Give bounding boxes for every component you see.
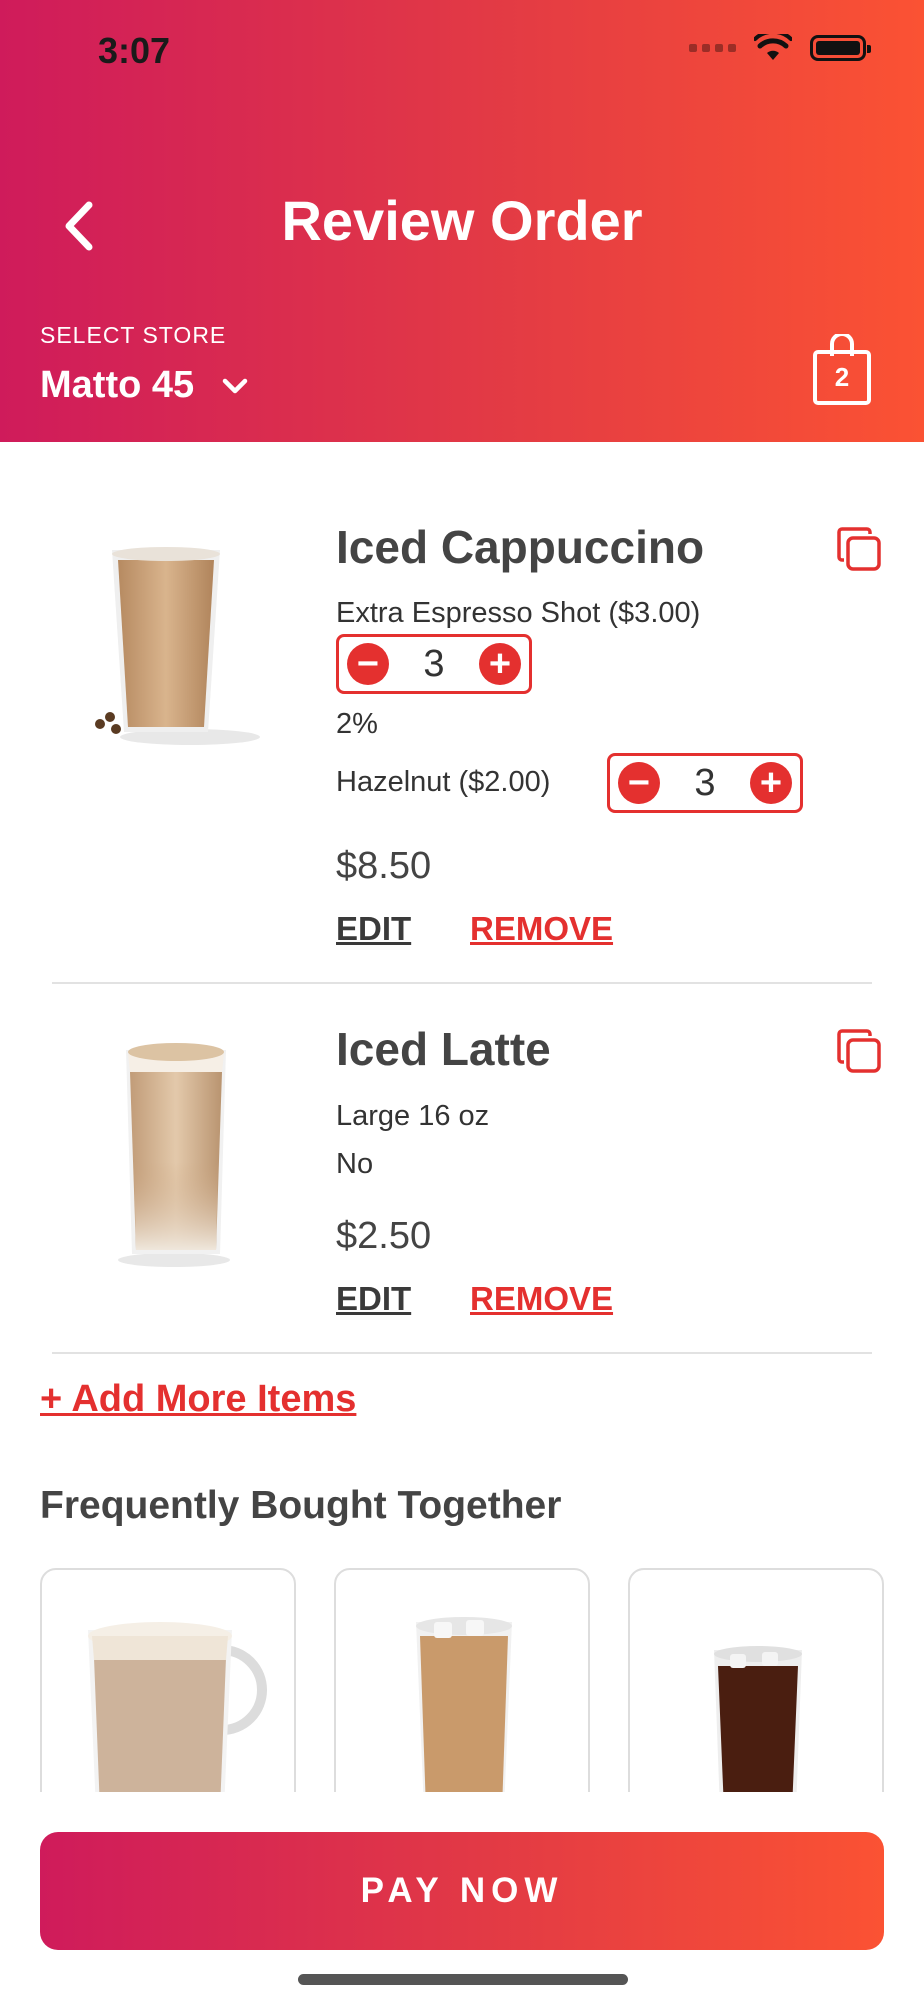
- increment-button[interactable]: +: [478, 643, 521, 685]
- battery-icon: [810, 35, 871, 61]
- cold-brew-image: [714, 1646, 802, 1806]
- cart-button[interactable]: 2: [812, 332, 872, 406]
- remove-item-link[interactable]: REMOVE: [470, 910, 613, 948]
- quantity-stepper: − 3 +: [607, 753, 803, 813]
- quantity-value: 3: [423, 642, 445, 685]
- item-option: No: [336, 1148, 374, 1180]
- item-option: Large 16 oz: [336, 1100, 490, 1132]
- chevron-down-icon: [222, 378, 248, 393]
- add-more-items-link[interactable]: + Add More Items: [40, 1378, 356, 1421]
- decrement-button[interactable]: −: [347, 643, 389, 685]
- item-price: $2.50: [336, 1215, 432, 1257]
- item-name: Iced Latte: [336, 1023, 551, 1075]
- edit-item-link[interactable]: EDIT: [336, 910, 411, 948]
- copy-icon: [837, 527, 881, 571]
- iced-cappuccino-image: [95, 547, 260, 745]
- item-price: $8.50: [336, 845, 432, 887]
- store-selector[interactable]: Matto 45: [40, 364, 248, 407]
- item-option: Extra Espresso Shot ($3.00): [336, 597, 701, 629]
- iced-latte-image: [118, 1043, 230, 1267]
- cart-count-badge: 2: [834, 362, 850, 392]
- quantity-value: 3: [694, 761, 716, 804]
- remove-item-link[interactable]: REMOVE: [470, 1280, 613, 1318]
- edit-item-link[interactable]: EDIT: [336, 1280, 411, 1318]
- quantity-stepper: − 3 +: [336, 634, 532, 694]
- item-option: 2%: [336, 708, 378, 740]
- cappuccino-mug-image: [73, 1622, 267, 1806]
- status-icons: [689, 34, 871, 62]
- frequently-bought-title: Frequently Bought Together: [40, 1484, 562, 1527]
- header: 3:07 Review Order SELECT STORE Matto 45 …: [0, 0, 924, 442]
- copy-icon: [837, 1029, 881, 1073]
- bottom-bar: PAY NOW: [0, 1792, 924, 2000]
- duplicate-item-button[interactable]: [836, 1028, 882, 1074]
- store-name: Matto 45: [40, 364, 195, 406]
- product-card[interactable]: [628, 1568, 884, 1808]
- decrement-button[interactable]: −: [618, 762, 660, 804]
- divider: [52, 1352, 872, 1354]
- duplicate-item-button[interactable]: [836, 526, 882, 572]
- item-name: Iced Cappuccino: [336, 521, 705, 573]
- signal-icon: [689, 44, 736, 52]
- select-store-label: SELECT STORE: [40, 322, 227, 348]
- product-card[interactable]: [40, 1568, 296, 1808]
- pay-now-button[interactable]: PAY NOW: [40, 1832, 884, 1950]
- page-title: Review Order: [281, 189, 643, 252]
- home-indicator: [298, 1974, 628, 1985]
- divider: [52, 982, 872, 984]
- wifi-icon: [754, 34, 792, 60]
- increment-button[interactable]: +: [749, 762, 792, 804]
- iced-coffee-image: [416, 1617, 512, 1806]
- item-option: Hazelnut ($2.00): [336, 766, 551, 798]
- status-time: 3:07: [98, 30, 171, 71]
- product-card[interactable]: [334, 1568, 590, 1808]
